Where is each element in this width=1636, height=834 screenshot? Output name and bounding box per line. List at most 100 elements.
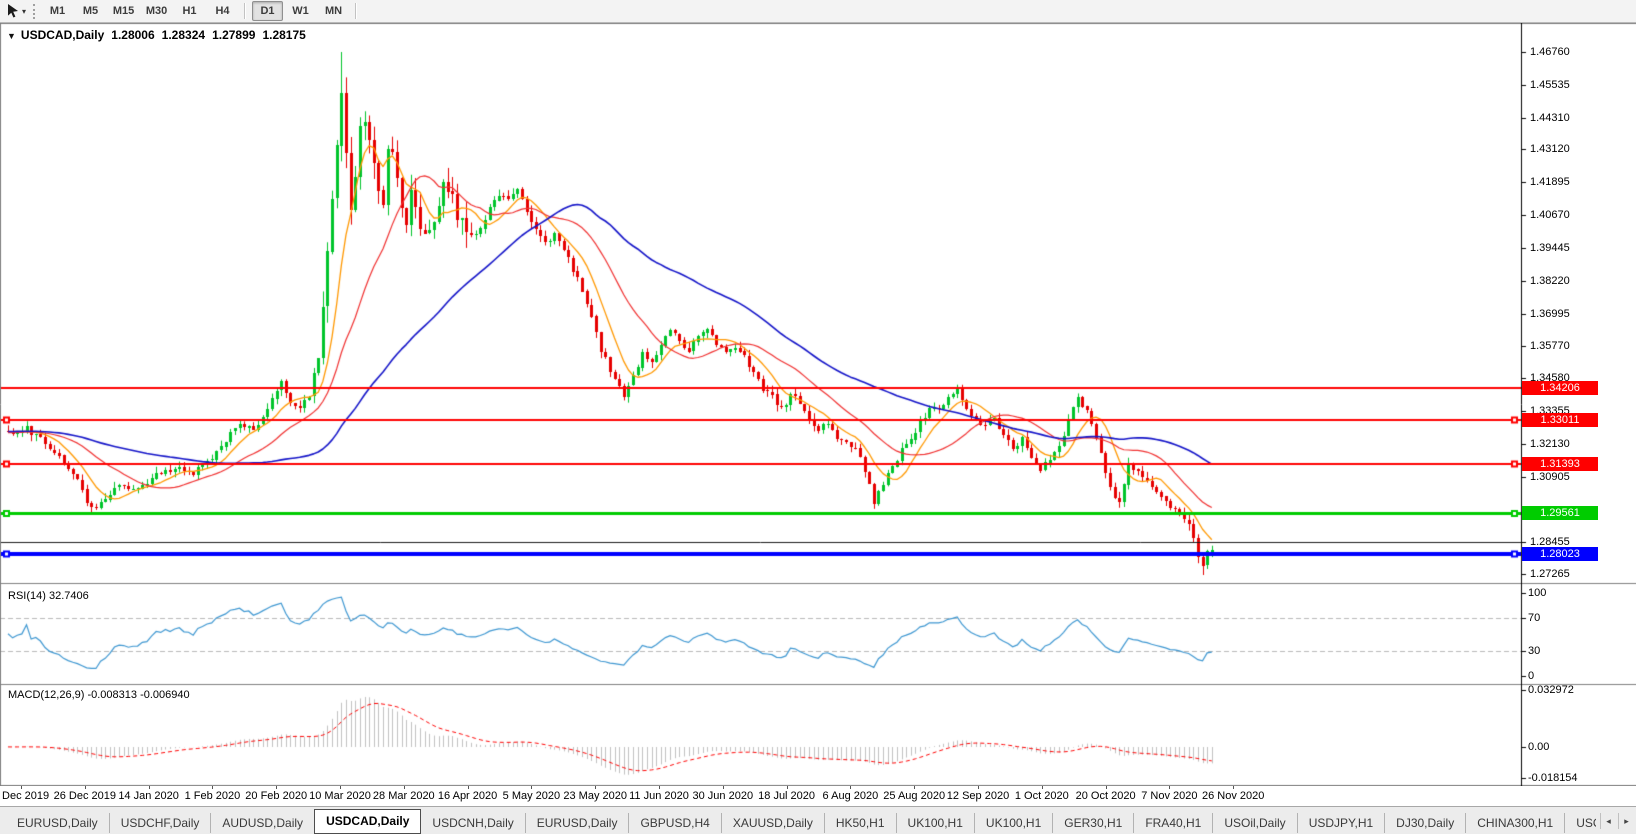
- tab-eurusd-daily[interactable]: EURUSD,Daily: [525, 813, 629, 833]
- tab-audusd-daily[interactable]: AUDUSD,Daily: [210, 813, 314, 833]
- tab-usdcnh-daily[interactable]: USDCNH,Daily: [421, 813, 524, 833]
- date-tick-mark: [850, 786, 851, 789]
- tab-ger30-h1[interactable]: GER30,H1: [1052, 813, 1133, 833]
- price-tick-label: 1.30905: [1530, 471, 1570, 484]
- chart-symbol-label: USDCAD,Daily: [21, 28, 104, 42]
- tab-usdchf-daily[interactable]: USDCHF,Daily: [109, 813, 211, 833]
- tab-uk100-h1[interactable]: UK100,H1: [974, 813, 1052, 833]
- tab-fra40-h1[interactable]: FRA40,H1: [1133, 813, 1212, 833]
- price-tick-label: 1.35770: [1530, 340, 1570, 353]
- line-price-badge: 1.28023: [1522, 547, 1598, 561]
- line-price-badge: 1.33011: [1522, 413, 1598, 427]
- rsi-tick-label: 70: [1528, 612, 1540, 625]
- date-tick-mark: [1169, 786, 1170, 789]
- ohlc-close: 1.28175: [262, 28, 305, 42]
- date-tick-mark: [787, 786, 788, 789]
- price-tick-label: 1.32130: [1530, 438, 1570, 451]
- line-price-badge: 1.29561: [1522, 506, 1598, 520]
- toolbar-separator: [355, 3, 357, 19]
- timeframe-button-m30[interactable]: M30: [141, 1, 172, 21]
- tab-usdcad-daily[interactable]: USDCAD,Daily: [314, 809, 421, 834]
- date-label: 28 Mar 2020: [373, 790, 435, 802]
- date-label: 11 Jun 2020: [629, 790, 689, 802]
- date-tick-mark: [1106, 786, 1107, 789]
- line-price-badge: 1.31393: [1522, 457, 1598, 471]
- date-tick-mark: [595, 786, 596, 789]
- cursor-tool-icon[interactable]: [4, 2, 22, 20]
- date-label: 26 Nov 2020: [1202, 790, 1264, 802]
- timeframe-button-h1[interactable]: H1: [174, 1, 205, 21]
- timeframe-buttons: M1M5M15M30H1H4 D1W1MN: [41, 1, 362, 21]
- chart-tab-bar: EURUSD,DailyUSDCHF,DailyAUDUSD,DailyUSDC…: [0, 806, 1636, 834]
- chart-plot[interactable]: [0, 23, 1636, 786]
- tab-eurusd-daily[interactable]: EURUSD,Daily: [6, 813, 109, 833]
- timeframe-button-m5[interactable]: M5: [75, 1, 106, 21]
- date-tick-mark: [468, 786, 469, 789]
- rsi-tick-label: 0: [1528, 670, 1534, 683]
- tab-gbpusd-h4[interactable]: GBPUSD,H4: [628, 813, 720, 833]
- date-tick-mark: [914, 786, 915, 789]
- price-tick-label: 1.45535: [1530, 79, 1570, 92]
- date-label: 5 May 2020: [503, 790, 560, 802]
- date-axis: 7 Dec 201926 Dec 201914 Jan 20201 Feb 20…: [0, 786, 1636, 806]
- ohlc-high: 1.28324: [162, 28, 205, 42]
- tab-scroll-left-button[interactable]: ◂: [1600, 813, 1616, 829]
- macd-tick-label: -0.018154: [1528, 772, 1578, 785]
- tab-usoil-h1[interactable]: USOil,H1: [1564, 813, 1596, 833]
- price-tick-label: 1.44310: [1530, 112, 1570, 125]
- date-tick-mark: [276, 786, 277, 789]
- tab-hk50-h1[interactable]: HK50,H1: [824, 813, 896, 833]
- date-tick-mark: [404, 786, 405, 789]
- tab-usoil-daily[interactable]: USOil,Daily: [1212, 813, 1296, 833]
- date-label: 7 Dec 2019: [0, 790, 49, 802]
- timeframe-button-h4[interactable]: H4: [207, 1, 238, 21]
- date-label: 6 Aug 2020: [823, 790, 879, 802]
- chart-collapse-icon[interactable]: ▼: [7, 31, 16, 41]
- tab-xauusd-daily[interactable]: XAUUSD,Daily: [721, 813, 824, 833]
- tab-scroll-buttons: ◂ ▸: [1600, 813, 1634, 829]
- timeframe-button-mn[interactable]: MN: [318, 1, 349, 21]
- date-label: 12 Sep 2020: [947, 790, 1009, 802]
- rsi-tick-label: 100: [1528, 587, 1546, 600]
- tool-dropdown-caret-icon[interactable]: ▾: [22, 7, 26, 16]
- tab-dj30-daily[interactable]: DJ30,Daily: [1384, 813, 1465, 833]
- timeframe-button-w1[interactable]: W1: [285, 1, 316, 21]
- date-tick-mark: [723, 786, 724, 789]
- macd-tick-label: 0.032972: [1528, 684, 1574, 697]
- date-tick-mark: [1233, 786, 1234, 789]
- timeframe-button-d1[interactable]: D1: [252, 1, 283, 21]
- date-label: 10 Mar 2020: [309, 790, 371, 802]
- date-label: 20 Oct 2020: [1076, 790, 1136, 802]
- price-tick-label: 1.43120: [1530, 143, 1570, 156]
- date-label: 18 Jul 2020: [758, 790, 815, 802]
- date-label: 25 Aug 2020: [883, 790, 945, 802]
- date-tick-mark: [659, 786, 660, 789]
- timeframe-button-m1[interactable]: M1: [42, 1, 73, 21]
- date-tick-mark: [340, 786, 341, 789]
- date-tick-mark: [212, 786, 213, 789]
- date-label: 14 Jan 2020: [118, 790, 179, 802]
- line-price-badge: 1.34206: [1522, 381, 1598, 395]
- date-label: 1 Feb 2020: [185, 790, 241, 802]
- tab-china300-h1[interactable]: CHINA300,H1: [1465, 813, 1564, 833]
- ohlc-low: 1.27899: [212, 28, 255, 42]
- tab-uk100-h1[interactable]: UK100,H1: [896, 813, 974, 833]
- timeframe-button-m15[interactable]: M15: [108, 1, 139, 21]
- trading-terminal-window: ▾ M1M5M15M30H1H4 D1W1MN ▼ USDCAD,Daily 1.28…: [0, 0, 1636, 834]
- date-label: 23 May 2020: [563, 790, 627, 802]
- date-tick-mark: [1042, 786, 1043, 789]
- price-tick-label: 1.27265: [1530, 568, 1570, 581]
- date-label: 16 Apr 2020: [438, 790, 497, 802]
- chart-title: ▼ USDCAD,Daily 1.28006 1.28324 1.27899 1.2817…: [7, 28, 306, 42]
- date-label: 20 Feb 2020: [245, 790, 307, 802]
- date-label: 30 Jun 2020: [693, 790, 754, 802]
- ohlc-open: 1.28006: [111, 28, 154, 42]
- toolbar-grip[interactable]: [33, 4, 35, 19]
- price-tick-label: 1.40670: [1530, 209, 1570, 222]
- date-label: 1 Oct 2020: [1015, 790, 1069, 802]
- tab-usdjpy-h1[interactable]: USDJPY,H1: [1297, 813, 1384, 833]
- chart-area: ▼ USDCAD,Daily 1.28006 1.28324 1.27899 1.2817…: [0, 23, 1636, 786]
- tab-scroll-right-button[interactable]: ▸: [1618, 813, 1634, 829]
- price-tick-label: 1.46760: [1530, 46, 1570, 59]
- price-tick-label: 1.36995: [1530, 308, 1570, 321]
